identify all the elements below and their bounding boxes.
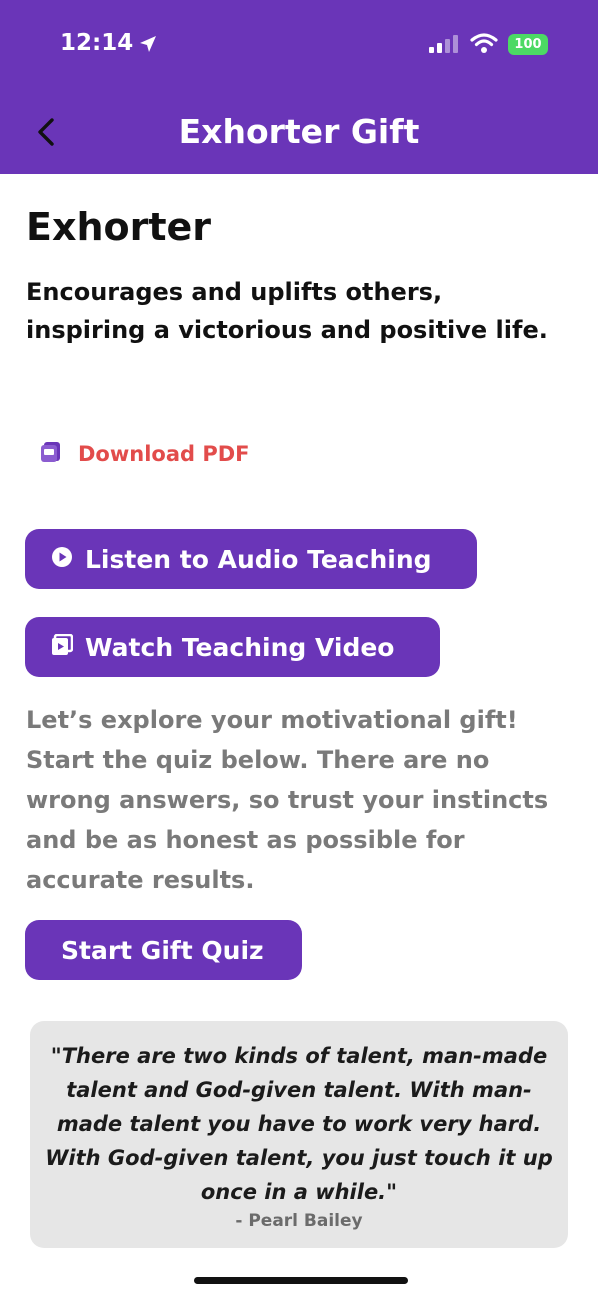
status-time: 12:14 xyxy=(60,30,134,56)
quiz-intro-text: Let’s explore your motivational gift! St… xyxy=(26,706,549,894)
pdf-file-icon xyxy=(40,440,64,468)
listen-audio-label: Listen to Audio Teaching xyxy=(85,544,432,574)
gift-description: Encourages and uplifts others, inspiring… xyxy=(26,278,548,344)
battery-icon: 100 xyxy=(508,34,548,55)
quote-card: "There are two kinds of talent, man-made… xyxy=(30,1021,568,1248)
listen-audio-button[interactable]: Listen to Audio Teaching xyxy=(25,529,477,589)
quote-author: - Pearl Bailey xyxy=(235,1211,363,1231)
video-icon xyxy=(51,633,74,662)
home-indicator[interactable] xyxy=(194,1277,408,1284)
page-title: Exhorter Gift xyxy=(178,112,420,151)
gift-title: Exhorter xyxy=(26,205,212,249)
quote-text: "There are two kinds of talent, man-made… xyxy=(45,1044,553,1204)
watch-video-button[interactable]: Watch Teaching Video xyxy=(25,617,440,677)
play-circle-icon xyxy=(51,545,73,574)
location-arrow-icon xyxy=(138,34,158,58)
download-pdf-label: Download PDF xyxy=(78,442,250,466)
cellular-signal-icon xyxy=(428,34,462,58)
start-quiz-label: Start Gift Quiz xyxy=(61,935,264,965)
download-pdf-link[interactable]: Download PDF xyxy=(40,440,250,468)
watch-video-label: Watch Teaching Video xyxy=(85,632,395,662)
wifi-icon xyxy=(470,32,498,58)
app-header: 12:14 100 Exhorter Gift xyxy=(0,0,598,174)
start-quiz-button[interactable]: Start Gift Quiz xyxy=(25,920,302,980)
